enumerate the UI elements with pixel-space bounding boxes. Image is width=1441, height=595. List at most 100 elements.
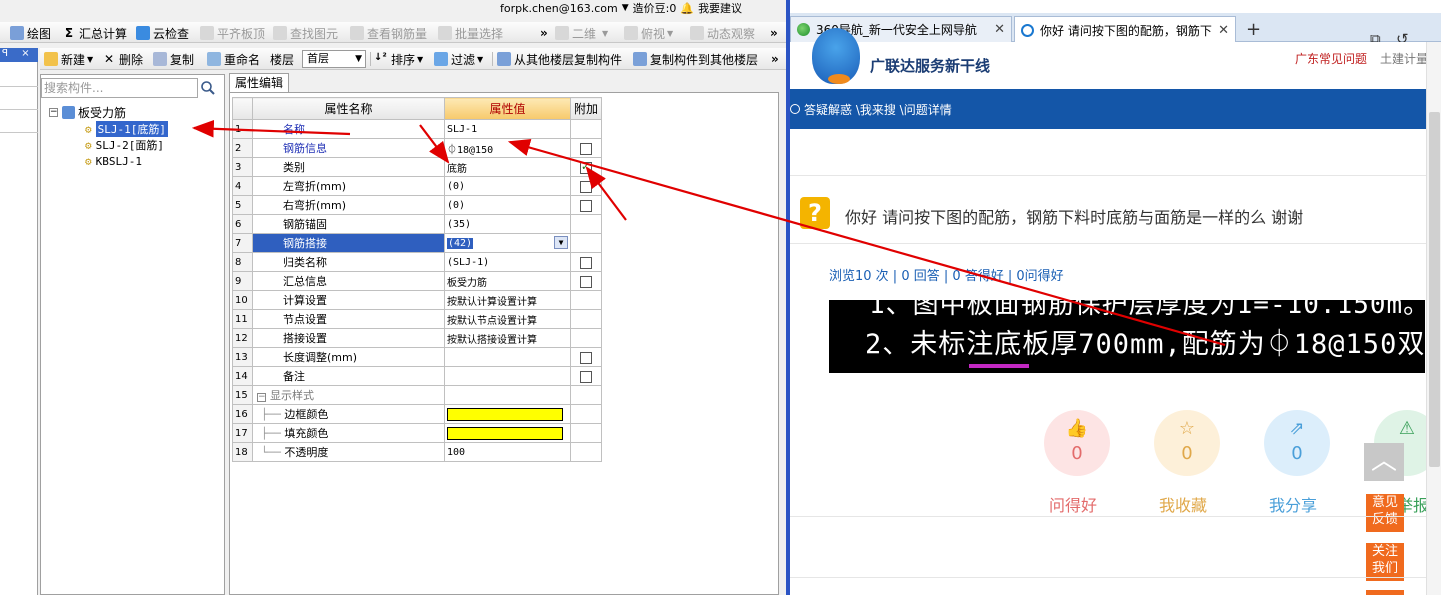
attach-cell[interactable] xyxy=(570,195,602,215)
property-value[interactable] xyxy=(444,404,571,424)
attach-checkbox[interactable] xyxy=(580,256,592,269)
rename-button[interactable]: 重命名 xyxy=(207,50,260,68)
chevron-down-icon[interactable]: ▼ xyxy=(622,3,629,13)
share-button[interactable]: ⇗ 0 xyxy=(1264,410,1330,476)
new-button[interactable]: 新建 ▼ xyxy=(44,50,93,68)
property-row[interactable]: 6 钢筋锚固 (35) xyxy=(232,214,602,234)
close-icon[interactable]: ✕ xyxy=(988,22,1005,37)
attach-cell[interactable] xyxy=(570,176,602,196)
tree-item-kbslj1[interactable]: ⚙ KBSLJ-1 xyxy=(85,153,142,169)
pin-icon[interactable]: ꟼ xyxy=(2,48,8,59)
property-row[interactable]: 10 计算设置 按默认计算设置计算 xyxy=(232,290,602,310)
collapse-icon[interactable]: − xyxy=(257,393,266,402)
tree-item-slj1[interactable]: ⚙ SLJ-1[底筋] xyxy=(85,121,168,137)
find-element-button[interactable]: 查找图元 xyxy=(273,24,338,42)
site-brand[interactable]: 广联达服务新干线 xyxy=(870,55,990,76)
delete-button[interactable]: ✕ 删除 xyxy=(102,50,143,68)
favorite-button[interactable]: ☆ 0 xyxy=(1154,410,1220,476)
toolbar-overflow-icon[interactable]: » xyxy=(540,24,548,42)
attach-checkbox[interactable] xyxy=(580,370,592,383)
property-row[interactable]: 7 钢筋搭接 (42) ▼ xyxy=(232,233,602,253)
summary-calc-button[interactable]: Σ 汇总计算 xyxy=(62,24,127,42)
tab-question[interactable]: 你好 请问按下图的配筋，钢筋下 ✕ xyxy=(1014,16,1236,43)
property-row[interactable]: 4 左弯折(mm) (0) xyxy=(232,176,602,196)
link-civil[interactable]: 土建计量 xyxy=(1380,50,1428,67)
property-value[interactable] xyxy=(444,423,571,443)
property-value[interactable]: ⏀18@150 xyxy=(444,138,571,158)
attach-checkbox[interactable] xyxy=(580,199,592,212)
property-row[interactable]: 8 归类名称 (SLJ-1) xyxy=(232,252,602,272)
property-value[interactable]: 按默认计算设置计算 xyxy=(444,290,571,310)
page-scrollbar[interactable] xyxy=(1426,42,1441,595)
property-row[interactable]: 15− 显示样式 xyxy=(232,385,602,405)
top-view-button[interactable]: 俯视 ▼ xyxy=(624,24,673,42)
question-image[interactable]: 1、图中板面钢筋保护层厚度为1=-10.150m。 2、未标注底板厚700mm,… xyxy=(829,300,1425,373)
property-row[interactable]: 11 节点设置 按默认节点设置计算 xyxy=(232,309,602,329)
attach-cell[interactable] xyxy=(570,157,602,177)
property-value[interactable]: (42) ▼ xyxy=(444,233,571,253)
bell-icon[interactable]: 🔔 xyxy=(680,2,694,15)
copy-button[interactable]: 复制 xyxy=(153,50,194,68)
attach-checkbox[interactable] xyxy=(580,351,592,364)
search-icon[interactable] xyxy=(200,80,218,98)
property-row[interactable]: 1 名称 SLJ-1 xyxy=(232,119,602,139)
property-value[interactable]: (SLJ-1) xyxy=(444,252,571,272)
component-search-input[interactable]: 搜索构件... xyxy=(41,78,198,98)
feedback-button[interactable]: 意见 反馈 xyxy=(1366,494,1404,532)
attach-checkbox[interactable] xyxy=(580,160,592,174)
property-value[interactable]: (0) xyxy=(444,195,571,215)
floor-select[interactable]: 首层 ▼ xyxy=(302,50,366,68)
property-row[interactable]: 17 ├── 填充颜色 xyxy=(232,423,602,443)
property-row[interactable]: 14 备注 xyxy=(232,366,602,386)
filter-button[interactable]: 过滤 ▼ xyxy=(434,50,483,68)
align-slab-top-button[interactable]: 平齐板顶 xyxy=(200,24,265,42)
copy-from-floor-button[interactable]: 从其他楼层复制构件 xyxy=(497,50,622,68)
suggest-link[interactable]: 我要建议 xyxy=(698,0,742,16)
property-row[interactable]: 2 钢筋信息 ⏀18@150 xyxy=(232,138,602,158)
property-value[interactable]: (35) xyxy=(444,214,571,234)
attach-cell[interactable] xyxy=(570,271,602,291)
attach-checkbox[interactable] xyxy=(580,180,592,193)
batch-select-button[interactable]: 批量选择 xyxy=(438,24,503,42)
2d-dropdown[interactable]: 二维 ▼ xyxy=(555,24,608,42)
property-row[interactable]: 16 ├── 边框颜色 xyxy=(232,404,602,424)
property-value[interactable]: SLJ-1 xyxy=(444,119,571,139)
link-faq[interactable]: 广东常见问题 xyxy=(1295,50,1367,67)
attach-checkbox[interactable] xyxy=(580,142,592,155)
scrollbar-thumb[interactable] xyxy=(1429,112,1440,467)
good-question-button[interactable]: 👍 0 xyxy=(1044,410,1110,476)
property-row[interactable]: 13 长度调整(mm) xyxy=(232,347,602,367)
copy-to-floor-button[interactable]: 复制构件到其他楼层 xyxy=(633,50,758,68)
property-value[interactable]: (0) xyxy=(444,176,571,196)
back-to-top-button[interactable]: ︿ xyxy=(1364,443,1404,481)
color-swatch[interactable] xyxy=(447,407,563,421)
attach-cell[interactable] xyxy=(570,252,602,272)
property-row[interactable]: 9 汇总信息 板受力筋 xyxy=(232,271,602,291)
tree-root[interactable]: − 板受力筋 xyxy=(49,104,126,120)
property-value[interactable] xyxy=(444,385,571,405)
property-value[interactable] xyxy=(444,347,571,367)
breadcrumb[interactable]: 答疑解惑 \我来搜 \问题详情 xyxy=(804,101,952,118)
toolbar-overflow-icon[interactable]: » xyxy=(770,24,778,42)
attach-cell[interactable] xyxy=(570,347,602,367)
property-row[interactable]: 3 类别 底筋 xyxy=(232,157,602,177)
property-value[interactable] xyxy=(444,366,571,386)
toolbar-overflow-icon[interactable]: » xyxy=(771,50,779,68)
attach-cell[interactable] xyxy=(570,138,602,158)
property-row[interactable]: 5 右弯折(mm) (0) xyxy=(232,195,602,215)
tab-property-edit[interactable]: 属性编辑 xyxy=(229,73,289,93)
cloud-check-button[interactable]: 云检查 xyxy=(136,24,189,42)
collapse-icon[interactable]: − xyxy=(49,107,58,117)
property-row[interactable]: 18 └── 不透明度 100 xyxy=(232,442,602,462)
attach-cell[interactable] xyxy=(570,366,602,386)
property-value[interactable]: 100 xyxy=(444,442,571,462)
draw-button[interactable]: 绘图 xyxy=(10,24,51,42)
tree-item-slj2[interactable]: ⚙ SLJ-2[面筋] xyxy=(85,137,164,153)
attach-checkbox[interactable] xyxy=(580,275,592,288)
follow-us-button[interactable]: 关注 我们 xyxy=(1366,543,1404,581)
property-value[interactable]: 按默认节点设置计算 xyxy=(444,309,571,329)
property-value[interactable]: 底筋 xyxy=(444,157,571,177)
sort-button[interactable]: ↓² 排序 ▼ xyxy=(374,50,423,68)
property-row[interactable]: 12 搭接设置 按默认搭接设置计算 xyxy=(232,328,602,348)
chevron-down-icon[interactable]: ▼ xyxy=(554,236,568,249)
